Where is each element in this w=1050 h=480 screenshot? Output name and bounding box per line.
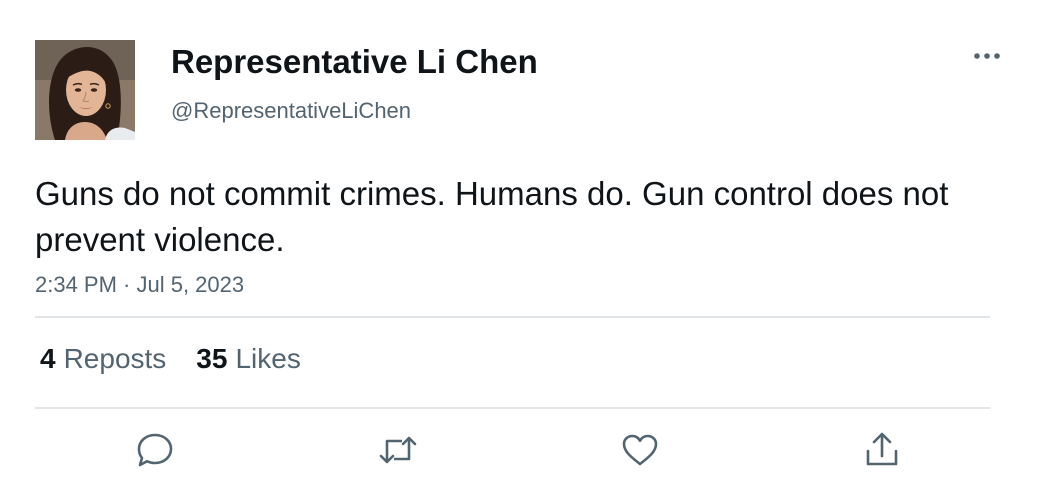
tweet-timestamp[interactable]: 2:34 PM · Jul 5, 2023 bbox=[35, 272, 244, 298]
more-options-button[interactable] bbox=[968, 42, 1008, 70]
reply-icon bbox=[137, 433, 173, 467]
divider bbox=[35, 316, 990, 318]
tweet-text: Guns do not commit crimes. Humans do. Gu… bbox=[35, 175, 949, 258]
tweet-card: Representative Li Chen @RepresentativeLi… bbox=[0, 0, 1050, 480]
reposts-label: Reposts bbox=[63, 343, 167, 374]
likes-count: 35 bbox=[196, 343, 228, 374]
repost-icon bbox=[379, 436, 417, 464]
reply-button[interactable] bbox=[133, 428, 177, 472]
likes-label: Likes bbox=[235, 343, 301, 374]
user-handle[interactable]: @RepresentativeLiChen bbox=[171, 98, 411, 124]
share-button[interactable] bbox=[860, 428, 904, 472]
reposts-count: 4 bbox=[40, 343, 56, 374]
likes-stat[interactable]: 35 Likes bbox=[196, 343, 301, 375]
like-icon bbox=[622, 434, 658, 466]
display-name[interactable]: Representative Li Chen bbox=[171, 43, 538, 81]
reposts-stat[interactable]: 4 Reposts bbox=[40, 343, 166, 375]
repost-button[interactable] bbox=[376, 428, 420, 472]
profile-photo-icon bbox=[35, 40, 135, 140]
engagement-stats: 4 Reposts 35 Likes bbox=[40, 343, 301, 375]
ellipsis-icon bbox=[974, 53, 1000, 59]
share-icon bbox=[866, 432, 898, 466]
divider bbox=[35, 407, 990, 409]
like-button[interactable] bbox=[618, 428, 662, 472]
avatar[interactable] bbox=[35, 40, 135, 140]
